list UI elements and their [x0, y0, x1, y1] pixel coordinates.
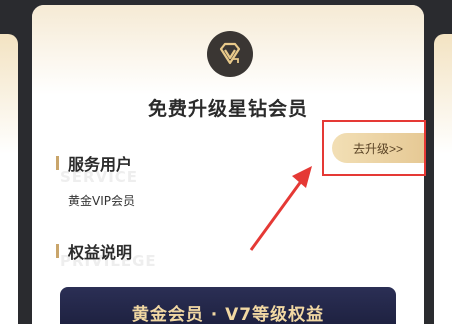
pointer-arrow-icon — [249, 166, 312, 251]
